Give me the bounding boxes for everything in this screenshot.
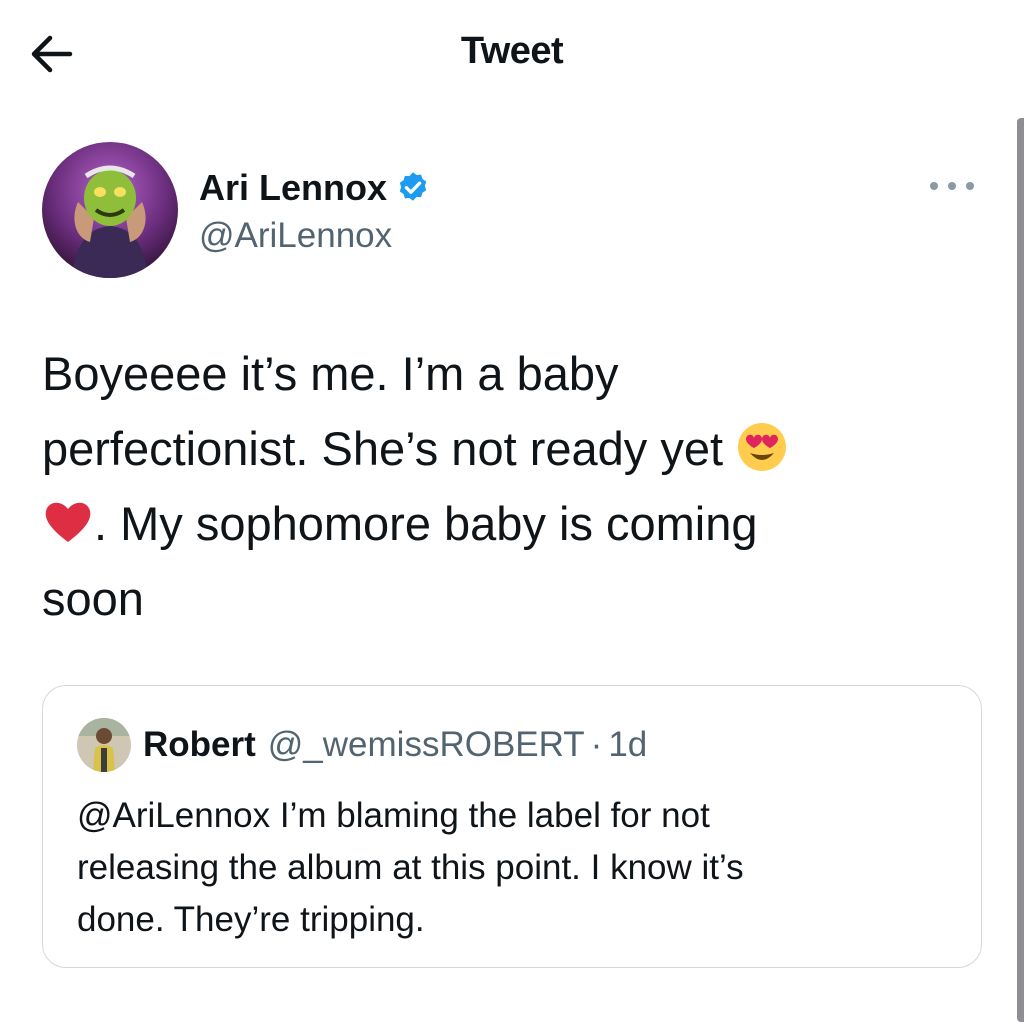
quoted-separator: · [590, 725, 603, 764]
quoted-handle[interactable]: @_wemissROBERT [268, 725, 585, 765]
author-name-row: Ari Lennox [199, 164, 431, 212]
quoted-display-name[interactable]: Robert [143, 725, 256, 765]
tweet-text-line: soon [42, 572, 144, 625]
top-bar: Tweet [0, 0, 1024, 110]
quoted-text-line: @AriLennox I’m blaming the label for not [77, 796, 710, 835]
scrollbar[interactable] [1017, 118, 1024, 1022]
quoted-avatar[interactable] [77, 718, 131, 772]
tweet-text-line: . My sophomore baby is coming [42, 486, 942, 561]
quoted-tweet-header: Robert @_wemissROBERT · 1d [77, 718, 647, 772]
quoted-text-line: done. They’re tripping. [77, 900, 425, 939]
tweet-text-line: perfectionist. She’s not ready yet [42, 411, 942, 486]
author-display-name[interactable]: Ari Lennox [199, 167, 387, 209]
quoted-tweet-text: @AriLennox I’m blaming the label for not… [77, 790, 957, 946]
quoted-tweet[interactable]: Robert @_wemissROBERT · 1d @AriLennox I’… [42, 685, 982, 968]
avatar-image [42, 142, 178, 278]
more-options-icon[interactable] [930, 172, 974, 200]
tweet-text-line: Boyeeee it’s me. I’m a baby [42, 347, 619, 400]
author-handle[interactable]: @AriLennox [199, 216, 392, 256]
red-heart-emoji-icon [45, 502, 91, 542]
avatar[interactable] [42, 142, 178, 278]
tweet-author: Ari Lennox @AriLennox [42, 142, 982, 282]
heart-eyes-emoji-icon [738, 423, 787, 471]
page-title: Tweet [460, 30, 564, 72]
verified-badge-icon [399, 172, 427, 201]
quoted-timestamp[interactable]: 1d [608, 725, 647, 765]
tweet-text: Boyeeee it’s me. I’m a baby perfectionis… [42, 336, 942, 636]
quoted-avatar-image [77, 718, 131, 772]
quoted-text-line: releasing the album at this point. I kno… [77, 848, 744, 887]
